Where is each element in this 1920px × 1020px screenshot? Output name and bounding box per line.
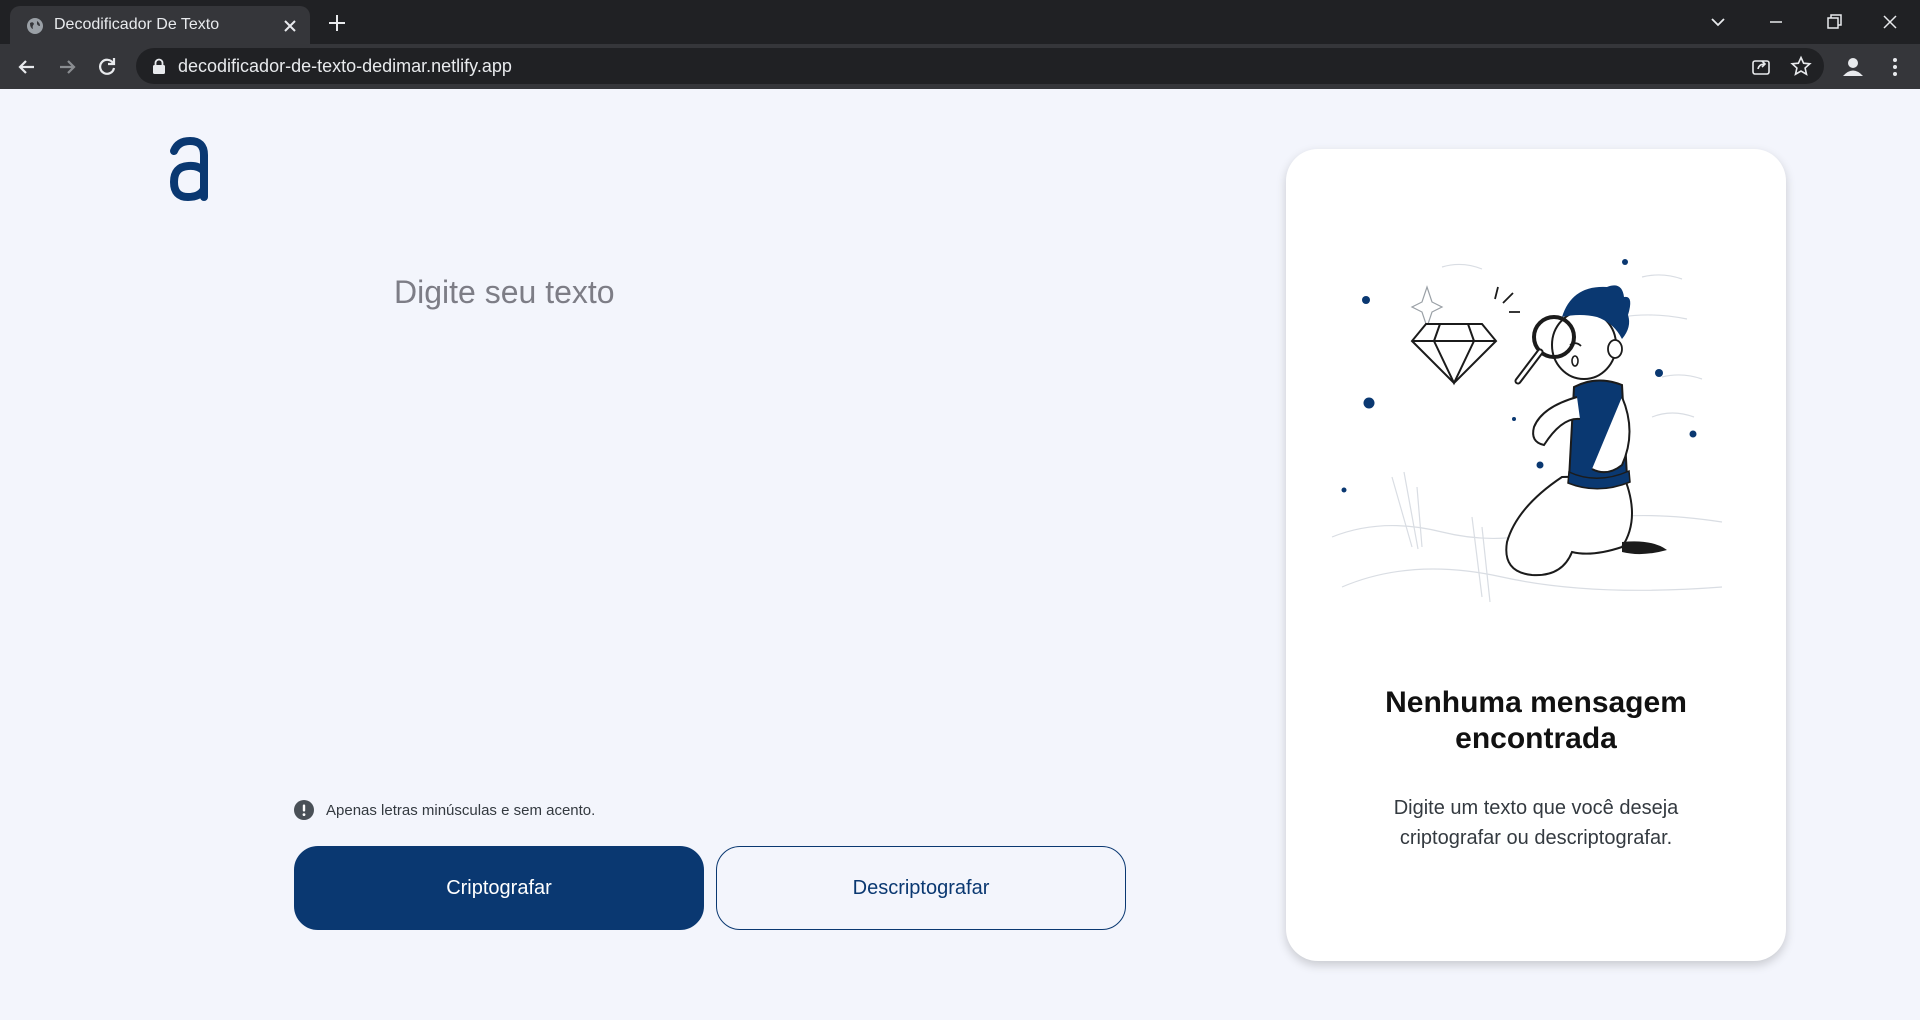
back-icon[interactable]	[14, 54, 40, 80]
profile-icon[interactable]	[1840, 54, 1866, 80]
tab-search-icon[interactable]	[1706, 10, 1730, 34]
menu-icon[interactable]	[1882, 54, 1908, 80]
empty-state-description: Digite um texto que você deseja criptogr…	[1393, 797, 1679, 849]
forward-icon[interactable]	[54, 54, 80, 80]
input-hint: Apenas letras minúsculas e sem acento.	[294, 799, 595, 821]
browser-tab[interactable]: Decodificador De Texto	[10, 6, 310, 44]
close-tab-icon[interactable]	[280, 16, 300, 36]
output-panel: Nenhuma mensagem encontrada Digite um te…	[1286, 149, 1786, 961]
share-icon[interactable]	[1750, 55, 1772, 77]
exclamation-circle-icon	[294, 800, 314, 820]
page-content: Apenas letras minúsculas e sem acento. C…	[0, 89, 1920, 1020]
new-tab-icon[interactable]	[326, 12, 348, 34]
empty-state-title: Nenhuma mensagem encontrada	[1385, 686, 1687, 755]
encrypt-button[interactable]: Criptografar	[294, 846, 704, 930]
restore-icon[interactable]	[1822, 10, 1846, 34]
browser-tabstrip: Decodificador De Texto	[0, 0, 1920, 44]
minimize-icon[interactable]	[1764, 10, 1788, 34]
alura-logo	[169, 137, 208, 201]
person-with-magnifier-illustration	[1331, 259, 1723, 603]
close-window-icon[interactable]	[1878, 10, 1902, 34]
tab-title: Decodificador De Texto	[54, 16, 220, 33]
globe-icon	[27, 18, 43, 34]
url-text[interactable]: decodificador-de-texto-dedimar.netlify.a…	[178, 56, 512, 77]
bookmark-star-icon[interactable]	[1790, 55, 1812, 77]
lock-icon[interactable]	[152, 58, 166, 74]
hint-text: Apenas letras minúsculas e sem acento.	[326, 801, 596, 819]
address-bar[interactable]: decodificador-de-texto-dedimar.netlify.a…	[136, 48, 1824, 84]
decrypt-button[interactable]: Descriptografar	[716, 846, 1126, 930]
text-input[interactable]	[394, 274, 1134, 654]
browser-toolbar: decodificador-de-texto-dedimar.netlify.a…	[0, 44, 1920, 89]
reload-icon[interactable]	[94, 54, 120, 80]
